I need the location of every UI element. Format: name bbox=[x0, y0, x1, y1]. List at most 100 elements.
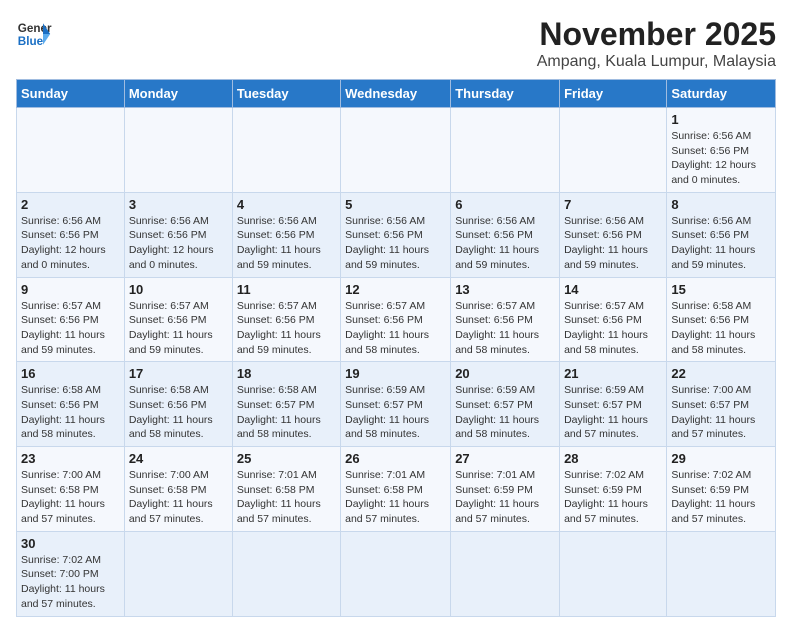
day-number: 20 bbox=[455, 366, 555, 381]
calendar-cell: 23 Sunrise: 7:00 AM Sunset: 6:58 PM Dayli… bbox=[17, 447, 125, 532]
calendar-cell: 27 Sunrise: 7:01 AM Sunset: 6:59 PM Dayli… bbox=[451, 447, 560, 532]
calendar-cell: 20 Sunrise: 6:59 AM Sunset: 6:57 PM Dayli… bbox=[451, 362, 560, 447]
calendar-cell: 4 Sunrise: 6:56 AM Sunset: 6:56 PM Daylig… bbox=[232, 192, 340, 277]
day-info: Sunrise: 6:56 AM Sunset: 6:56 PM Dayligh… bbox=[671, 129, 771, 188]
calendar-cell: 14 Sunrise: 6:57 AM Sunset: 6:56 PM Dayli… bbox=[560, 277, 667, 362]
header: General Blue November 2025 Ampang, Kuala… bbox=[16, 16, 776, 71]
calendar-cell bbox=[341, 531, 451, 616]
day-info: Sunrise: 6:57 AM Sunset: 6:56 PM Dayligh… bbox=[455, 299, 555, 358]
col-header-thursday: Thursday bbox=[451, 80, 560, 108]
day-info: Sunrise: 6:58 AM Sunset: 6:56 PM Dayligh… bbox=[129, 383, 228, 442]
calendar-cell bbox=[560, 531, 667, 616]
day-number: 3 bbox=[129, 197, 228, 212]
calendar-cell: 17Sunrise: 6:58 AM Sunset: 6:56 PM Dayli… bbox=[124, 362, 232, 447]
day-number: 15 bbox=[671, 282, 771, 297]
calendar-cell: 30Sunrise: 7:02 AM Sunset: 7:00 PM Dayli… bbox=[17, 531, 125, 616]
day-number: 11 bbox=[237, 282, 336, 297]
calendar-cell: 25 Sunrise: 7:01 AM Sunset: 6:58 PM Dayli… bbox=[232, 447, 340, 532]
day-info: Sunrise: 6:57 AM Sunset: 6:56 PM Dayligh… bbox=[129, 299, 228, 358]
logo: General Blue bbox=[16, 16, 52, 52]
day-info: Sunrise: 6:57 AM Sunset: 6:56 PM Dayligh… bbox=[237, 299, 336, 358]
day-number: 26 bbox=[345, 451, 446, 466]
day-info: Sunrise: 6:56 AM Sunset: 6:56 PM Dayligh… bbox=[564, 214, 662, 273]
calendar-cell: 13 Sunrise: 6:57 AM Sunset: 6:56 PM Dayli… bbox=[451, 277, 560, 362]
calendar-cell: 8 Sunrise: 6:56 AM Sunset: 6:56 PM Daylig… bbox=[667, 192, 776, 277]
day-info: Sunrise: 6:56 AM Sunset: 6:56 PM Dayligh… bbox=[129, 214, 228, 273]
day-info: Sunrise: 7:02 AM Sunset: 6:59 PM Dayligh… bbox=[671, 468, 771, 527]
day-number: 4 bbox=[237, 197, 336, 212]
calendar-cell bbox=[667, 531, 776, 616]
day-number: 29 bbox=[671, 451, 771, 466]
calendar-cell bbox=[17, 108, 125, 193]
calendar-cell: 12 Sunrise: 6:57 AM Sunset: 6:56 PM Dayli… bbox=[341, 277, 451, 362]
calendar-cell: 11 Sunrise: 6:57 AM Sunset: 6:56 PM Dayli… bbox=[232, 277, 340, 362]
calendar-cell: 1 Sunrise: 6:56 AM Sunset: 6:56 PM Daylig… bbox=[667, 108, 776, 193]
calendar-cell: 26 Sunrise: 7:01 AM Sunset: 6:58 PM Dayli… bbox=[341, 447, 451, 532]
calendar-cell bbox=[232, 108, 340, 193]
col-header-monday: Monday bbox=[124, 80, 232, 108]
calendar-cell bbox=[124, 108, 232, 193]
calendar-cell: 15Sunrise: 6:58 AM Sunset: 6:56 PM Dayli… bbox=[667, 277, 776, 362]
day-number: 8 bbox=[671, 197, 771, 212]
day-info: Sunrise: 7:01 AM Sunset: 6:58 PM Dayligh… bbox=[345, 468, 446, 527]
day-number: 13 bbox=[455, 282, 555, 297]
title-area: November 2025 Ampang, Kuala Lumpur, Mala… bbox=[537, 16, 776, 71]
logo-icon: General Blue bbox=[16, 16, 52, 52]
calendar-cell: 22 Sunrise: 7:00 AM Sunset: 6:57 PM Dayli… bbox=[667, 362, 776, 447]
col-header-tuesday: Tuesday bbox=[232, 80, 340, 108]
calendar-cell: 6 Sunrise: 6:56 AM Sunset: 6:56 PM Daylig… bbox=[451, 192, 560, 277]
day-info: Sunrise: 7:00 AM Sunset: 6:58 PM Dayligh… bbox=[129, 468, 228, 527]
calendar-cell: 29 Sunrise: 7:02 AM Sunset: 6:59 PM Dayli… bbox=[667, 447, 776, 532]
day-number: 14 bbox=[564, 282, 662, 297]
day-info: Sunrise: 6:57 AM Sunset: 6:56 PM Dayligh… bbox=[564, 299, 662, 358]
calendar-cell: 3 Sunrise: 6:56 AM Sunset: 6:56 PM Daylig… bbox=[124, 192, 232, 277]
day-number: 1 bbox=[671, 112, 771, 127]
day-info: Sunrise: 7:00 AM Sunset: 6:57 PM Dayligh… bbox=[671, 383, 771, 442]
day-number: 19 bbox=[345, 366, 446, 381]
day-info: Sunrise: 6:59 AM Sunset: 6:57 PM Dayligh… bbox=[345, 383, 446, 442]
day-info: Sunrise: 6:56 AM Sunset: 6:56 PM Dayligh… bbox=[671, 214, 771, 273]
day-info: Sunrise: 7:02 AM Sunset: 7:00 PM Dayligh… bbox=[21, 553, 120, 612]
calendar-cell: 9 Sunrise: 6:57 AM Sunset: 6:56 PM Daylig… bbox=[17, 277, 125, 362]
calendar-cell bbox=[560, 108, 667, 193]
day-number: 28 bbox=[564, 451, 662, 466]
calendar-cell: 28Sunrise: 7:02 AM Sunset: 6:59 PM Dayli… bbox=[560, 447, 667, 532]
day-number: 16 bbox=[21, 366, 120, 381]
day-number: 24 bbox=[129, 451, 228, 466]
day-info: Sunrise: 7:00 AM Sunset: 6:58 PM Dayligh… bbox=[21, 468, 120, 527]
day-number: 10 bbox=[129, 282, 228, 297]
day-info: Sunrise: 7:01 AM Sunset: 6:59 PM Dayligh… bbox=[455, 468, 555, 527]
day-info: Sunrise: 6:59 AM Sunset: 6:57 PM Dayligh… bbox=[455, 383, 555, 442]
day-info: Sunrise: 6:56 AM Sunset: 6:56 PM Dayligh… bbox=[455, 214, 555, 273]
calendar-cell: 7 Sunrise: 6:56 AM Sunset: 6:56 PM Daylig… bbox=[560, 192, 667, 277]
day-info: Sunrise: 7:01 AM Sunset: 6:58 PM Dayligh… bbox=[237, 468, 336, 527]
month-title: November 2025 bbox=[537, 16, 776, 53]
day-number: 23 bbox=[21, 451, 120, 466]
day-number: 5 bbox=[345, 197, 446, 212]
calendar-cell: 2Sunrise: 6:56 AM Sunset: 6:56 PM Daylig… bbox=[17, 192, 125, 277]
day-number: 21 bbox=[564, 366, 662, 381]
day-number: 27 bbox=[455, 451, 555, 466]
day-number: 12 bbox=[345, 282, 446, 297]
day-info: Sunrise: 6:57 AM Sunset: 6:56 PM Dayligh… bbox=[21, 299, 120, 358]
calendar-cell bbox=[124, 531, 232, 616]
col-header-wednesday: Wednesday bbox=[341, 80, 451, 108]
day-number: 9 bbox=[21, 282, 120, 297]
day-info: Sunrise: 6:57 AM Sunset: 6:56 PM Dayligh… bbox=[345, 299, 446, 358]
col-header-sunday: Sunday bbox=[17, 80, 125, 108]
calendar-cell bbox=[451, 531, 560, 616]
day-number: 2 bbox=[21, 197, 120, 212]
calendar-cell: 16 Sunrise: 6:58 AM Sunset: 6:56 PM Dayli… bbox=[17, 362, 125, 447]
calendar-cell bbox=[451, 108, 560, 193]
day-number: 25 bbox=[237, 451, 336, 466]
svg-text:Blue: Blue bbox=[18, 35, 44, 48]
day-number: 22 bbox=[671, 366, 771, 381]
calendar-cell: 18Sunrise: 6:58 AM Sunset: 6:57 PM Dayli… bbox=[232, 362, 340, 447]
col-header-saturday: Saturday bbox=[667, 80, 776, 108]
day-number: 6 bbox=[455, 197, 555, 212]
location-title: Ampang, Kuala Lumpur, Malaysia bbox=[537, 53, 776, 71]
calendar-cell: 21Sunrise: 6:59 AM Sunset: 6:57 PM Dayli… bbox=[560, 362, 667, 447]
day-info: Sunrise: 6:56 AM Sunset: 6:56 PM Dayligh… bbox=[237, 214, 336, 273]
day-number: 7 bbox=[564, 197, 662, 212]
day-info: Sunrise: 6:58 AM Sunset: 6:56 PM Dayligh… bbox=[21, 383, 120, 442]
